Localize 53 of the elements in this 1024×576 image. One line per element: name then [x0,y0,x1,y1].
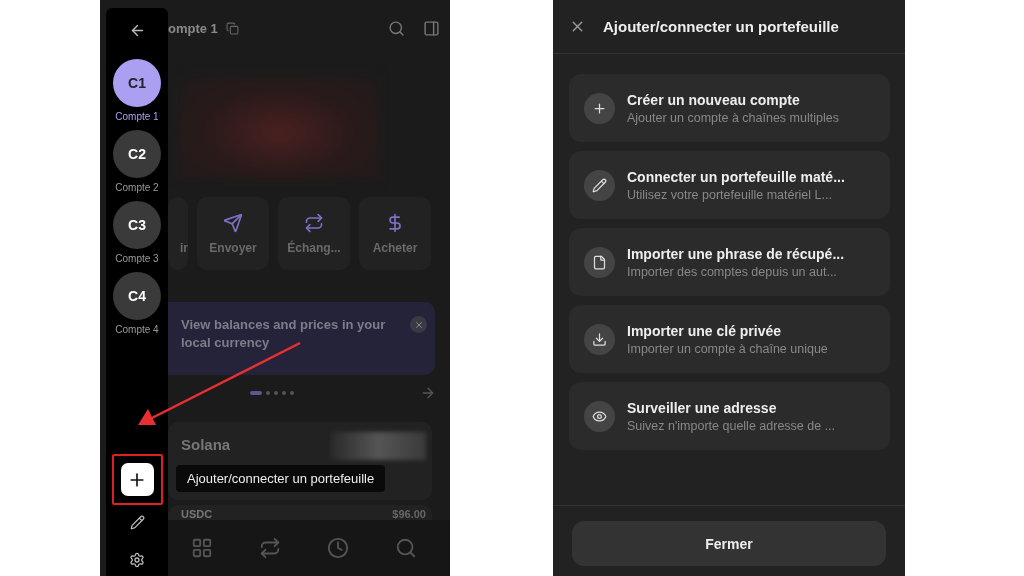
option-subtitle: Importer un compte à chaîne unique [627,341,828,356]
option-card[interactable]: Connecter un portefeuille maté... Utilisez votre portefeuille matériel L... [569,151,890,219]
send-icon [223,212,243,233]
token-value: $96.00 [392,508,426,520]
option-card[interactable]: Importer une clé privée Importer un compte à chaîne unique [569,305,890,373]
account-avatar[interactable]: C3 [113,201,161,249]
grid-icon[interactable] [191,537,213,559]
panel-icon[interactable] [423,19,440,37]
close-button[interactable]: Fermer [572,521,886,566]
option-card[interactable]: Surveiller une adresse Suivez n'importe quelle adresse de ... [569,382,890,450]
document-icon [584,246,615,278]
token-name: USDC [181,508,213,520]
swap-arrows-icon [304,212,324,233]
eye-icon [584,400,615,432]
swap-icon[interactable] [259,537,281,559]
option-subtitle: Importer des comptes depuis un aut... [627,264,838,279]
page-dot[interactable] [282,391,286,395]
account-avatar[interactable]: C2 [113,130,161,178]
settings-icon[interactable] [129,552,145,568]
close-icon[interactable] [410,316,427,333]
account-title: ompte 1 [168,20,218,36]
banner-text: View balances and prices in your local currency [181,316,387,352]
option-subtitle: Suivez n'importe quelle adresse de ... [627,418,836,433]
page-dot[interactable] [290,391,294,395]
tooltip: Ajouter/connecter un portefeuille [176,465,386,492]
option-title: Créer un nouveau compte [627,91,801,108]
arrow-right-icon[interactable] [420,385,436,401]
page-dot[interactable] [266,391,270,395]
copy-icon[interactable] [225,21,239,35]
download-icon [584,323,615,355]
option-title: Connecter un portefeuille maté... [627,168,845,185]
account-name: Compte 3 [115,253,159,264]
page-dot[interactable] [274,391,278,395]
option-subtitle: Ajouter un compte à chaînes multiples [627,110,839,125]
option-title: Surveiller une adresse [627,399,778,416]
option-card[interactable]: Importer une phrase de récupé... Importer des comptes depuis un aut... [569,228,890,296]
option-title: Importer une phrase de récupé... [627,245,845,262]
option-card[interactable]: Créer un nouveau compte Ajouter un compte à chaînes multiples [569,74,890,142]
account-avatar[interactable]: C1 [113,59,161,107]
account-name: Compte 2 [115,182,159,193]
option-subtitle: Utilisez votre portefeuille matériel L... [627,187,833,202]
search-icon[interactable] [395,537,417,559]
plus-icon [584,92,615,124]
account-name: Compte 1 [115,111,159,122]
clock-icon[interactable] [327,537,349,559]
search-icon[interactable] [388,19,405,37]
token-card[interactable]: USDC $96.00 [168,505,432,520]
add-wallet-button[interactable] [120,463,154,496]
pencil-icon[interactable] [129,515,145,530]
option-title: Importer une clé privée [627,322,783,339]
account-name: Compte 4 [115,324,159,335]
account-avatar[interactable]: C4 [113,272,161,320]
dialog-title: Ajouter/connecter un portefeuille [603,18,839,35]
